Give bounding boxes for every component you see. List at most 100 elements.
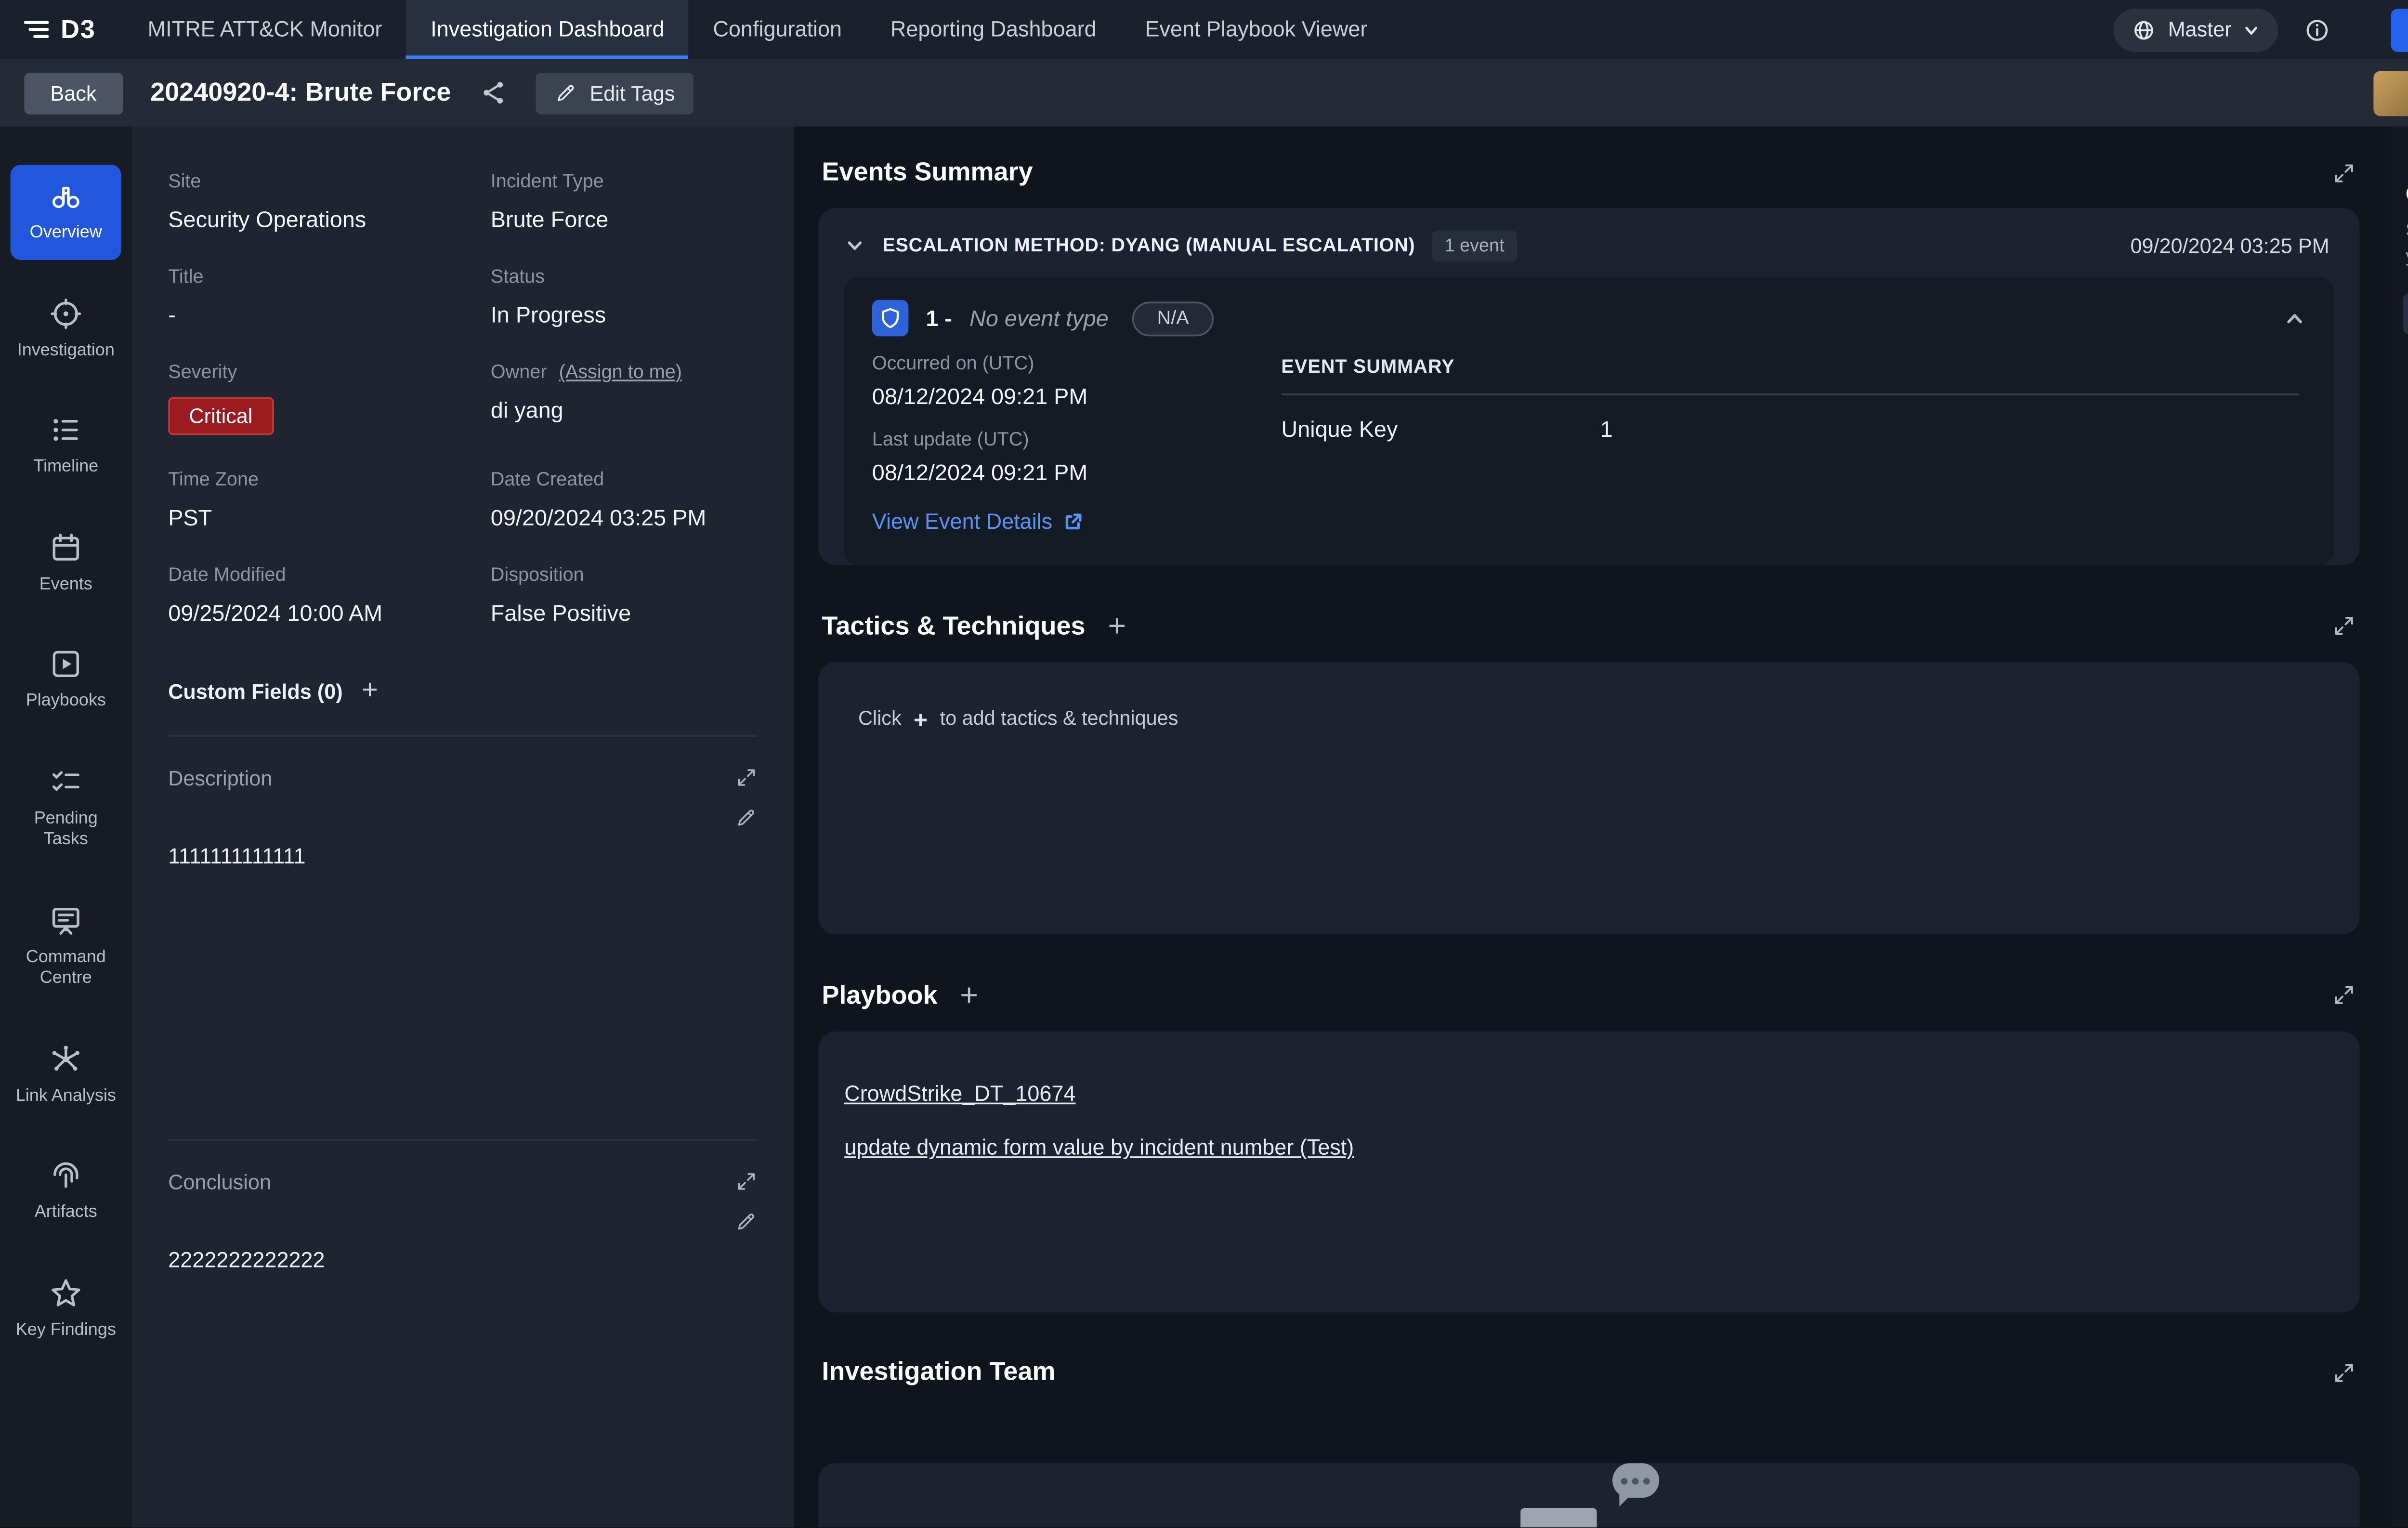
playbook-title: Playbook [822,980,937,1010]
assign-to-me-link[interactable]: (Assign to me) [559,362,682,383]
last-update-label: Last update (UTC) [872,430,1219,451]
field-value: False Positive [491,600,758,626]
overview-module-title: Overview Module [2406,182,2408,206]
external-link-icon [1063,511,1084,532]
module-item-files[interactable]: Files [2402,554,2408,595]
module-item-tactics-techniques[interactable]: Tactics & Techniques [2402,337,2408,379]
module-item-events-summary[interactable]: Events Summary [2402,294,2408,335]
nav-item-event-playbook-viewer[interactable]: Event Playbook Viewer [1121,0,1392,59]
speech-bubble-icon: ●●● [1613,1463,1660,1498]
d3-logo[interactable]: D3 [21,0,95,59]
conclusion-edit-icon[interactable] [735,1210,758,1233]
rail-item-playbooks[interactable]: Playbooks [11,633,121,727]
conclusion-expand-icon[interactable] [735,1170,758,1193]
rail-item-link-analysis[interactable]: Link Analysis [11,1027,121,1122]
view-event-details-link[interactable]: View Event Details [872,509,1084,534]
rail-item-overview[interactable]: Overview [11,165,121,259]
nav-item-configuration[interactable]: Configuration [689,0,866,59]
info-icon[interactable] [2303,15,2332,44]
rail-item-timeline[interactable]: Timeline [11,399,121,493]
playbook-expand-icon[interactable] [2331,983,2355,1007]
incident-header-right: × Close Incident [2373,70,2408,116]
module-item-playbook[interactable]: Playbook [2402,380,2408,422]
image-placeholder [1521,1508,1597,1528]
rail-item-events[interactable]: Events [11,516,121,610]
investigation-team-section: Investigation Team ●●● [818,1358,2359,1528]
field-timezone: Time Zone PST [168,470,491,531]
custom-fields-label: Custom Fields (0) [168,679,342,704]
rail-label: Investigation [17,340,115,362]
description-expand-icon[interactable] [735,766,758,789]
field-date-created: Date Created 09/20/2024 03:25 PM [491,470,758,531]
nav-item-mitre-attack-monitor[interactable]: MITRE ATT&CK Monitor [123,0,406,59]
field-label: Date Modified [168,565,491,586]
unique-key-value: 1 [1600,416,1613,442]
rail-item-pending-tasks[interactable]: Pending Tasks [11,750,121,866]
view-event-details-label: View Event Details [872,509,1052,534]
edit-tags-button[interactable]: Edit Tags [536,72,694,113]
main-content: Events Summary ESCALATION METHOD: DYANG … [794,127,2390,1528]
module-item-notes[interactable]: Notes [2402,597,2408,639]
events-summary-expand-icon[interactable] [2331,160,2355,184]
share-icon[interactable] [479,78,508,107]
field-site: Site Security Operations [168,171,491,232]
event-type-icon [872,300,909,337]
summary-row: Unique Key 1 [1281,416,2298,442]
event-detail-card: 1 - No event type N/A Occurred on (UTC) … [844,277,2333,565]
tactics-card: Click + to add tactics & techniques [818,662,2359,934]
event-status-badge: N/A [1133,301,1213,336]
back-button[interactable]: Back [24,72,122,113]
event-group-header[interactable]: ESCALATION METHOD: DYANG (MANUAL ESCALAT… [818,208,2359,277]
investigation-team-expand-icon[interactable] [2331,1360,2355,1384]
owner-avatar[interactable] [2373,70,2408,116]
playbook-card: CrowdStrike_DT_10674 update dynamic form… [818,1032,2359,1312]
field-value: - [168,301,491,327]
module-item-linked-artifacts[interactable]: Linked Artifacts [2402,510,2408,552]
primary-nav: MITRE ATT&CK Monitor Investigation Dashb… [123,0,1392,59]
rail-item-key-findings[interactable]: Key Findings [11,1261,121,1356]
unique-key-label: Unique Key [1281,416,1600,442]
group-chevron-down-icon[interactable] [844,236,865,257]
description-edit-icon[interactable] [735,806,758,829]
target-icon [49,296,83,330]
add-playbook-icon[interactable]: + [960,979,978,1011]
playbook-link-dynamic-form[interactable]: update dynamic form value by incident nu… [844,1136,1354,1160]
d3-logo-icon [21,14,52,45]
d3-logo-text: D3 [61,15,96,44]
screenshot-stage: D3 MITRE ATT&CK Monitor Investigation Da… [0,0,2408,1528]
event-collapse-icon[interactable] [2282,307,2305,329]
playbook-row: CrowdStrike_DT_10674 [844,1078,2333,1110]
rail-item-artifacts[interactable]: Artifacts [11,1144,121,1239]
investigation-team-card: ●●● [818,1463,2359,1528]
field-status: Status In Progress [491,267,758,327]
command-board-icon [49,902,83,937]
incident-detail-panel: Site Security Operations Incident Type B… [132,127,794,1528]
events-summary-section: Events Summary ESCALATION METHOD: DYANG … [818,158,2359,565]
rail-label: Key Findings [16,1320,116,1342]
nav-item-reporting-dashboard[interactable]: Reporting Dashboard [866,0,1121,59]
new-incident-button[interactable]: + Incident [2391,8,2408,51]
field-label: Status [491,267,758,287]
incident-fields-grid: Site Security Operations Incident Type B… [168,171,758,626]
rail-label: Command Centre [14,947,118,991]
playbook-link-crowdstrike[interactable]: CrowdStrike_DT_10674 [844,1082,1075,1106]
master-dropdown[interactable]: Master [2114,8,2278,51]
module-item-investigation-team[interactable]: Investigation Team [2402,424,2408,465]
incident-header-bar: Back 20240920-4: Brute Force Edit Tags ×… [0,59,2408,126]
tactics-expand-icon[interactable] [2331,614,2355,638]
rail-item-command-centre[interactable]: Command Centre [11,888,121,1005]
rail-item-investigation[interactable]: Investigation [11,282,121,376]
tactics-section: Tactics & Techniques + Click + to add ta… [818,610,2359,934]
add-custom-field-icon[interactable]: + [362,678,378,706]
field-value: In Progress [491,301,758,327]
add-tactics-icon[interactable]: + [1108,610,1126,641]
nav-item-investigation-dashboard[interactable]: Investigation Dashboard [406,0,689,59]
conclusion-label: Conclusion [168,1170,271,1194]
module-item-incident-type-form[interactable]: Incident Type Form Section [2402,640,2408,706]
tactics-empty-state: Click + to add tactics & techniques [858,705,2359,733]
module-item-linked-incidents[interactable]: Linked Incidents [2402,467,2408,509]
field-value: di yang [491,397,758,423]
occurred-on-label: Occurred on (UTC) [872,353,1219,374]
calendar-icon [49,530,83,564]
edit-tags-label: Edit Tags [589,80,675,104]
